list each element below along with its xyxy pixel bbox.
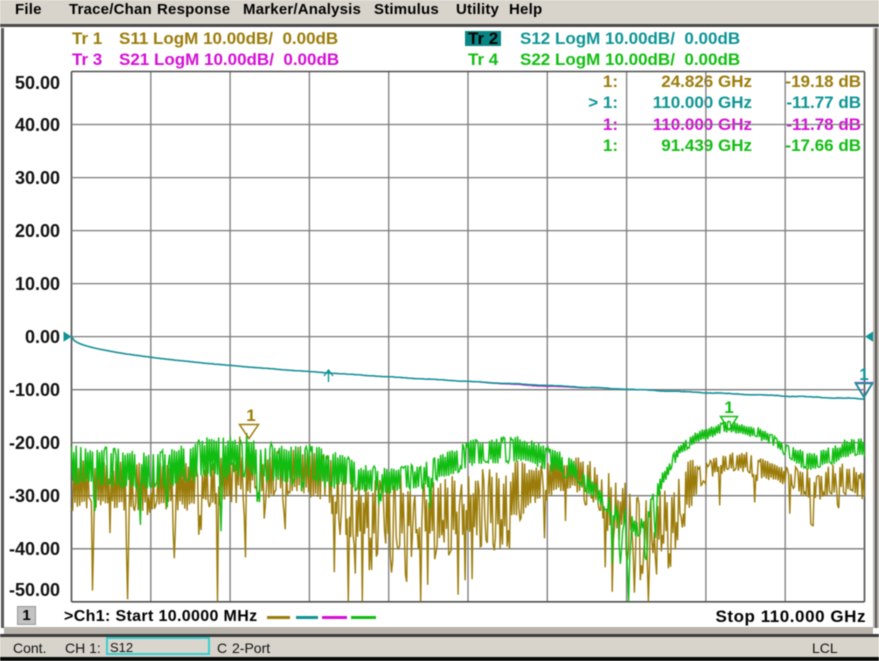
svg-text:1: 1 bbox=[724, 398, 733, 417]
svg-text:1: 1 bbox=[859, 365, 868, 384]
svg-text:1: 1 bbox=[246, 406, 255, 425]
